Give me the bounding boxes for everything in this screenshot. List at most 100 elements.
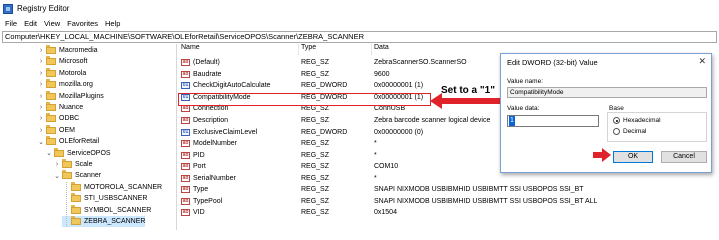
- tree-item-label: Scanner: [75, 172, 102, 180]
- value-name-cell: ab Connection: [181, 105, 229, 113]
- string-value-icon: ab: [181, 70, 190, 78]
- tree-item[interactable]: ⌄ ServiceOPOS: [45, 147, 111, 159]
- value-data: 0x00000001 (1): [374, 82, 424, 90]
- string-value-icon: ab: [181, 174, 190, 182]
- tree-item[interactable]: › Microsoft: [37, 56, 87, 67]
- tree-item[interactable]: › Macromedia: [37, 45, 98, 56]
- hexadecimal-radio[interactable]: Hexadecimal: [613, 117, 661, 124]
- tree-item-label: STI_USBSCANNER: [84, 195, 148, 203]
- folder-icon: [46, 45, 56, 54]
- tree-item-label: mozilla.org: [59, 81, 93, 89]
- string-value-icon: ab: [181, 186, 190, 194]
- value-type: REG_SZ: [301, 151, 330, 159]
- dialog-title: Edit DWORD (32-bit) Value: [507, 58, 598, 67]
- chevron-right-icon[interactable]: ›: [37, 93, 45, 100]
- value-name-cell: ab ModelNumber: [181, 140, 237, 148]
- folder-icon: [46, 113, 56, 123]
- decimal-label: Decimal: [623, 128, 647, 135]
- chevron-right-icon[interactable]: ›: [37, 127, 45, 134]
- value-data-label: Value data:: [507, 105, 540, 112]
- value-type: REG_SZ: [301, 209, 330, 217]
- tree-item[interactable]: › Scale: [53, 159, 93, 170]
- tree-item[interactable]: › MozillaPlugins: [37, 90, 104, 102]
- value-name: Description: [193, 117, 229, 125]
- tree-guide-line: [66, 181, 67, 228]
- value-name-field: CompatibilityMode: [507, 87, 707, 98]
- chevron-right-icon[interactable]: ›: [37, 47, 45, 54]
- menu-bar: File Edit View Favorites Help: [0, 17, 719, 30]
- close-icon[interactable]: ✕: [698, 56, 706, 67]
- value-name-cell: ab (Default): [181, 59, 220, 67]
- tree-item[interactable]: STI_USBSCANNER: [62, 193, 147, 204]
- string-value-icon: ab: [181, 105, 190, 113]
- column-header-type[interactable]: Type: [301, 44, 316, 55]
- tree-item[interactable]: ⌄ OLEforRetail: [37, 136, 99, 147]
- value-data: Zebra barcode scanner logical device: [374, 117, 491, 125]
- menu-edit[interactable]: Edit: [24, 19, 37, 28]
- string-value-icon: ab: [181, 117, 190, 125]
- decimal-radio[interactable]: Decimal: [613, 128, 646, 135]
- radio-empty-icon: [613, 128, 620, 135]
- value-name: Connection: [193, 105, 229, 113]
- tree-item-label: Microsoft: [59, 58, 88, 66]
- chevron-right-icon[interactable]: ›: [37, 70, 45, 77]
- hexadecimal-label: Hexadecimal: [623, 117, 661, 124]
- string-value-icon: ab: [181, 197, 190, 205]
- chevron-down-icon[interactable]: ⌄: [53, 172, 61, 180]
- tree-item[interactable]: › OEM: [37, 124, 75, 136]
- tree-item[interactable]: MOTOROLA_SCANNER: [62, 181, 162, 193]
- value-name-label: Value name:: [507, 78, 544, 85]
- tree-item[interactable]: ZEBRA_SCANNER: [62, 216, 146, 227]
- title-bar: Registry Editor: [0, 0, 719, 17]
- folder-icon: [62, 170, 72, 180]
- cancel-button[interactable]: Cancel: [661, 151, 707, 163]
- column-header-name[interactable]: Name: [181, 44, 200, 55]
- value-type: REG_SZ: [301, 117, 330, 125]
- column-header-data[interactable]: Data: [374, 44, 389, 55]
- value-name-cell: 01 ExclusiveClaimLevel: [181, 128, 257, 136]
- folder-icon: [71, 193, 81, 203]
- tree-item[interactable]: › mozilla.org: [37, 79, 93, 90]
- table-row[interactable]: ab Type REG_SZ SNAPI NIXMODB USBIBMHID USBI…: [178, 184, 719, 196]
- dword-value-icon: 01: [181, 82, 190, 90]
- tree-item-label: Macromedia: [59, 47, 98, 54]
- ok-button[interactable]: OK: [613, 151, 653, 163]
- value-data-text: 1: [509, 116, 515, 126]
- menu-view[interactable]: View: [44, 19, 60, 28]
- menu-help[interactable]: Help: [105, 19, 120, 28]
- tree-item[interactable]: › ODBC: [37, 113, 79, 124]
- value-data: ZebraScannerSO.ScannerSO: [374, 59, 467, 67]
- column-separator[interactable]: [298, 44, 299, 55]
- chevron-right-icon[interactable]: ›: [37, 115, 45, 122]
- window-title: Registry Editor: [17, 4, 70, 13]
- chevron-right-icon[interactable]: ›: [37, 104, 45, 111]
- string-value-icon: ab: [181, 59, 190, 67]
- menu-favorites[interactable]: Favorites: [67, 19, 98, 28]
- folder-icon: [46, 90, 56, 100]
- table-row[interactable]: ab TypePool REG_SZ SNAPI NIXMODB USBIBMHID …: [178, 196, 719, 208]
- column-separator[interactable]: [371, 44, 372, 55]
- value-type: REG_SZ: [301, 59, 330, 67]
- value-data: SNAPI NIXMODB USBIBMHID USBIBMTT SSI USB…: [374, 197, 598, 205]
- tree-item[interactable]: SYMBOL_SCANNER: [62, 204, 151, 216]
- annotation-arrow-icon: [430, 93, 500, 109]
- value-data-input[interactable]: 1: [507, 115, 599, 127]
- chevron-right-icon[interactable]: ›: [37, 58, 45, 65]
- chevron-right-icon[interactable]: ›: [37, 81, 45, 88]
- chevron-down-icon[interactable]: ⌄: [45, 149, 53, 157]
- value-name: VID: [193, 209, 205, 217]
- address-bar[interactable]: Computer\HKEY_LOCAL_MACHINE\SOFTWARE\OLE…: [2, 31, 717, 43]
- chevron-right-icon[interactable]: ›: [53, 161, 61, 168]
- tree-item[interactable]: › Nuance: [37, 102, 83, 113]
- menu-file[interactable]: File: [5, 19, 17, 28]
- tree-item[interactable]: › Motorola: [37, 67, 86, 79]
- table-row[interactable]: ab VID REG_SZ 0x1504: [178, 207, 719, 219]
- value-data: SNAPI NIXMODB USBIBMHID USBIBMTT SSI USB…: [374, 186, 584, 194]
- folder-icon: [46, 56, 56, 66]
- tree-item[interactable]: ⌄ Scanner: [53, 170, 101, 181]
- folder-icon: [71, 204, 81, 214]
- value-name-cell: ab Baudrate: [181, 70, 221, 78]
- dword-value-icon: 01: [181, 128, 190, 136]
- chevron-down-icon[interactable]: ⌄: [37, 138, 45, 146]
- table-row[interactable]: ab SerialNumber REG_SZ *: [178, 173, 719, 185]
